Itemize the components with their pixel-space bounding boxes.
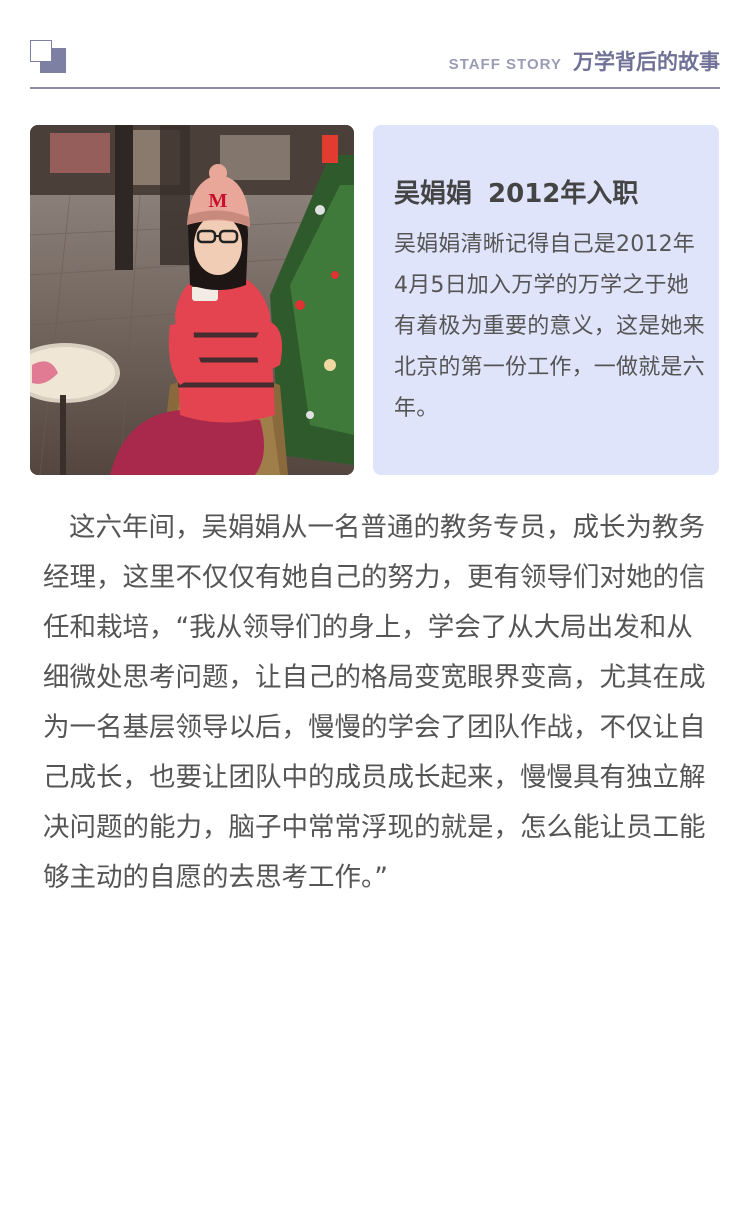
- header-divider: [30, 87, 720, 89]
- staff-photo: M: [30, 125, 354, 475]
- page-header: STAFF STORY 万学背后的故事: [30, 40, 720, 89]
- hat-letter: M: [209, 190, 228, 212]
- profile-joined: 2012年入职: [488, 179, 639, 209]
- profile-card: 吴娟娟 2012年入职 吴娟娟清晰记得自己是2012年4月5日加入万学的万学之于她…: [373, 125, 719, 475]
- section-title-en: STAFF STORY: [448, 56, 562, 73]
- profile-heading: 吴娟娟 2012年入职: [394, 173, 705, 210]
- section-title-cn: 万学背后的故事: [573, 50, 720, 74]
- logo-squares-icon: [30, 40, 66, 74]
- story-paragraph: 这六年间，吴娟娟从一名普通的教务专员，成长为教务经理，这里不仅仅有她自己的努力，…: [43, 512, 706, 893]
- profile-name: 吴娟娟: [394, 179, 473, 209]
- section-title: STAFF STORY 万学背后的故事: [449, 46, 720, 76]
- profile-intro: 吴娟娟清晰记得自己是2012年4月5日加入万学的万学之于她有着极为重要的意义，这…: [394, 232, 705, 421]
